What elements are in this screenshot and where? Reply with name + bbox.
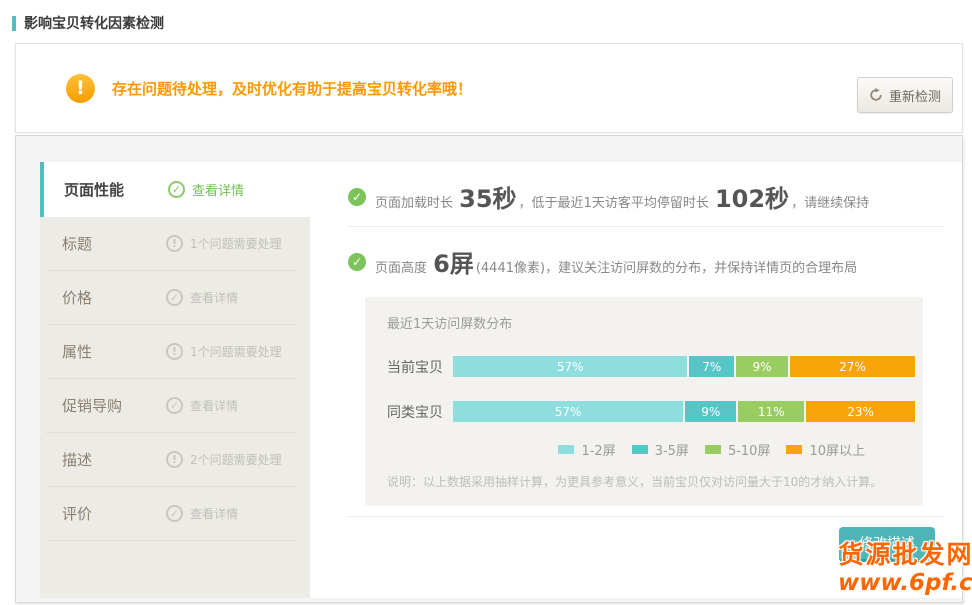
page-height-text: 页面高度 6屏(4441像素)，建议关注访问屏数的分布，并保持详情页的合理布局 [375,244,857,279]
check-circle-icon [348,253,366,271]
chart-note: 说明：以上数据采用抽样计算，为更具参考意义，当前宝贝仅对访问量大于10的才纳入计… [387,473,913,490]
status-check-icon [166,397,183,414]
sidebar-item-label: 描述 [62,449,166,470]
view-details-link[interactable]: 查看详情 [192,180,244,199]
detection-panel: 页面性能 查看详情 标题 1个问题需要处理 价格 [15,135,963,603]
legend-item: 5-10屏 [705,440,771,459]
bar-segment: 7% [689,356,734,377]
page-title: 影响宝贝转化因素检测 [12,13,164,33]
sidebar-item-label: 标题 [62,233,166,254]
sidebar-item-description[interactable]: 描述 2个问题需要处理 [46,433,296,487]
status-warning-icon [166,343,183,360]
bar-row: 当前宝贝57%7%9%27% [365,356,923,377]
sidebar-item-list: 标题 1个问题需要处理 价格 查看详情 属性 [40,217,310,598]
bar-row: 同类宝贝57%9%11%23% [365,401,923,422]
refresh-button-label: 重新检测 [889,86,941,105]
sidebar-item-label: 属性 [62,341,166,362]
bar-segment: 23% [806,401,915,422]
sidebar-item-status: 查看详情 [190,505,238,522]
legend-swatch [705,445,721,454]
sidebar-item-status: 查看详情 [190,397,238,414]
check-circle-icon [348,188,366,206]
status-warning-icon [166,451,183,468]
status-check-icon [168,181,185,198]
bar-row-label: 同类宝贝 [387,402,453,422]
sidebar-item-attributes[interactable]: 属性 1个问题需要处理 [46,325,296,379]
load-time-value: 35秒 [457,185,518,213]
sidebar-item-status: 查看详情 [190,289,238,306]
legend-swatch [558,445,574,454]
warning-icon: ! [66,74,95,103]
modify-description-button[interactable]: 修改描述 [839,527,935,562]
refresh-button[interactable]: 重新检测 [857,77,953,113]
sidebar-item-promotion[interactable]: 促销导购 查看详情 [46,379,296,433]
alert-message: 存在问题待处理，及时优化有助于提高宝贝转化率哦！ [112,78,472,99]
load-time-text: 页面加载时长 35秒，低于最近1天访客平均停留时长 102秒，请继续保持 [375,179,869,214]
sidebar-item-status: 1个问题需要处理 [190,235,282,252]
sidebar-item-title[interactable]: 标题 1个问题需要处理 [46,217,296,271]
screen-distribution-chart: 最近1天访问屏数分布 当前宝贝57%7%9%27%同类宝贝57%9%11%23%… [365,297,923,506]
legend-swatch [632,445,648,454]
chart-title: 最近1天访问屏数分布 [387,313,923,332]
content-area: 页面加载时长 35秒，低于最近1天访客平均停留时长 102秒，请继续保持 页面高… [310,162,962,598]
chart-legend: 1-2屏 3-5屏 5-10屏 10屏以上 [365,440,923,459]
refresh-icon [869,88,883,102]
title-accent-bar [12,16,16,31]
sidebar-item-label: 促销导购 [62,395,166,416]
bar-segment: 57% [453,401,683,422]
status-check-icon [166,505,183,522]
bar-segment: 57% [453,356,687,377]
sidebar-item-status: 2个问题需要处理 [190,451,282,468]
legend-item: 3-5屏 [632,440,689,459]
bar-segment: 11% [738,401,804,422]
status-check-icon [166,289,183,306]
avg-stay-value: 102秒 [713,185,791,213]
sidebar-item-label: 价格 [62,287,166,308]
load-time-row: 页面加载时长 35秒，低于最近1天访客平均停留时长 102秒，请继续保持 [310,162,962,226]
status-warning-icon [166,235,183,252]
sidebar-item-price[interactable]: 价格 查看详情 [46,271,296,325]
legend-item: 1-2屏 [558,440,615,459]
bar-segment: 27% [790,356,915,377]
bar-row-label: 当前宝贝 [387,357,453,377]
alert-panel: ! 存在问题待处理，及时优化有助于提高宝贝转化率哦！ 重新检测 [15,43,963,133]
sidebar-item-page-performance[interactable]: 页面性能 查看详情 [40,162,310,217]
bar-segment: 9% [736,356,788,377]
page-height-row: 页面高度 6屏(4441像素)，建议关注访问屏数的分布，并保持详情页的合理布局 [310,227,962,291]
page-title-text: 影响宝贝转化因素检测 [24,13,164,33]
legend-swatch [786,445,802,454]
divider [348,516,945,517]
bar-segment: 9% [685,401,736,422]
sidebar-item-status: 1个问题需要处理 [190,343,282,360]
sidebar-item-reviews[interactable]: 评价 查看详情 [46,487,296,541]
sidebar: 页面性能 查看详情 标题 1个问题需要处理 价格 [40,162,310,598]
sidebar-item-label: 页面性能 [64,179,168,200]
sidebar-item-label: 评价 [62,503,166,524]
legend-item: 10屏以上 [786,440,865,459]
page-height-value: 6屏 [431,250,476,278]
